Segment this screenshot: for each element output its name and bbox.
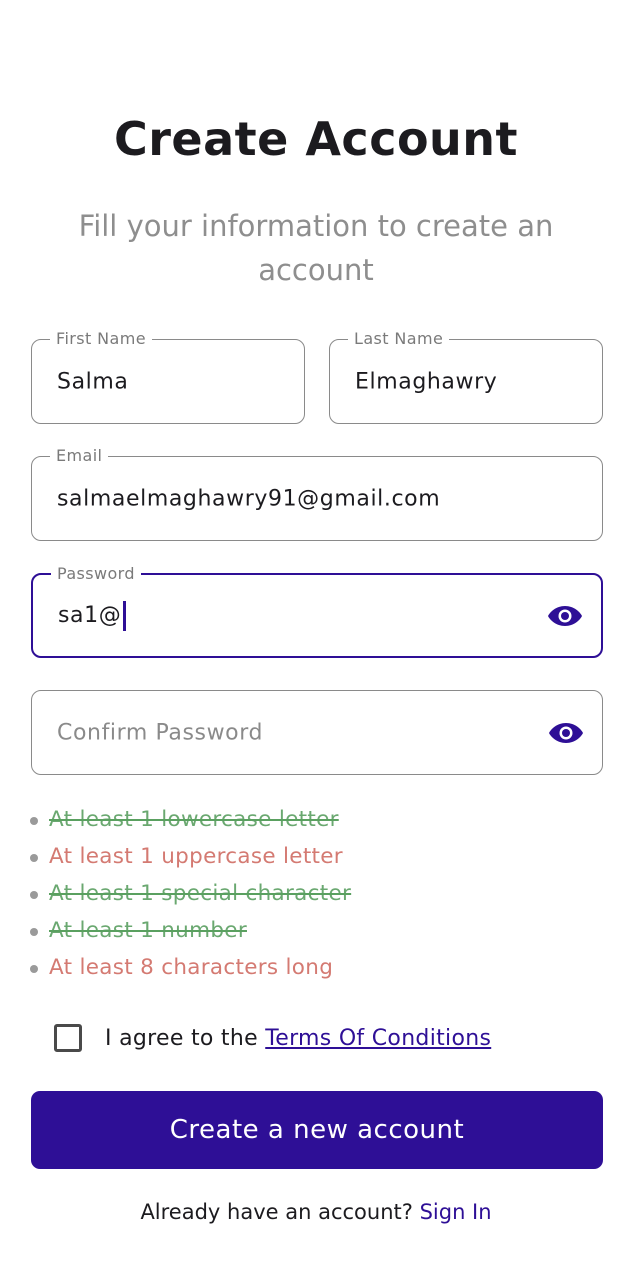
confirm-password-field[interactable]: Confirm Password: [31, 690, 603, 775]
terms-prefix: I agree to the: [105, 1025, 266, 1051]
password-label: Password: [51, 564, 141, 584]
password-value: sa1@: [58, 602, 122, 628]
terms-text: I agree to the Terms Of Conditions: [105, 1026, 491, 1051]
sign-in-prompt-text: Already have an account?: [140, 1200, 420, 1224]
email-label: Email: [50, 446, 109, 466]
password-field[interactable]: Password sa1@: [31, 564, 603, 658]
bullet-dot: [30, 891, 38, 899]
terms-agreement: I agree to the Terms Of Conditions: [54, 1023, 491, 1053]
bullet-dot: [30, 854, 38, 862]
bullet-dot: [30, 928, 38, 936]
email-value[interactable]: salmaelmaghawry91@gmail.com: [57, 486, 440, 511]
first-name-field[interactable]: First Name Salma: [31, 329, 305, 424]
sign-in-prompt: Already have an account? Sign In: [0, 1200, 632, 1224]
password-rule: At least 8 characters long: [30, 951, 590, 988]
sign-in-link[interactable]: Sign In: [420, 1200, 492, 1224]
last-name-value[interactable]: Elmaghawry: [355, 369, 497, 394]
password-rule: At least 1 lowercase letter: [30, 803, 590, 840]
password-rule-text: At least 1 lowercase letter: [49, 807, 339, 832]
email-field[interactable]: Email salmaelmaghawry91@gmail.com: [31, 446, 603, 541]
bullet-dot: [30, 817, 38, 825]
password-rule-text: At least 8 characters long: [49, 955, 334, 980]
password-rule: At least 1 number: [30, 914, 590, 951]
password-rule-text: At least 1 special character: [49, 881, 352, 906]
first-name-value[interactable]: Salma: [57, 369, 128, 394]
first-name-label: First Name: [50, 329, 152, 349]
password-rule-text: At least 1 uppercase letter: [49, 844, 343, 869]
eye-icon[interactable]: [547, 604, 583, 628]
password-rule-text: At least 1 number: [49, 918, 247, 943]
last-name-label: Last Name: [348, 329, 450, 349]
text-cursor: [123, 600, 127, 631]
eye-icon[interactable]: [548, 721, 584, 745]
page-subtitle: Fill your information to create an accou…: [78, 209, 554, 287]
last-name-field[interactable]: Last Name Elmaghawry: [329, 329, 603, 424]
terms-link[interactable]: Terms Of Conditions: [265, 1026, 491, 1051]
terms-checkbox[interactable]: [54, 1024, 82, 1052]
password-value-wrap[interactable]: sa1@: [58, 600, 127, 631]
confirm-password-placeholder: Confirm Password: [57, 720, 264, 745]
password-rule: At least 1 special character: [30, 877, 590, 914]
create-account-button[interactable]: Create a new account: [31, 1091, 603, 1169]
password-rules-list: At least 1 lowercase letter At least 1 u…: [30, 803, 590, 988]
page-title: Create Account: [113, 112, 519, 166]
bullet-dot: [30, 965, 38, 973]
password-rule: At least 1 uppercase letter: [30, 840, 590, 877]
